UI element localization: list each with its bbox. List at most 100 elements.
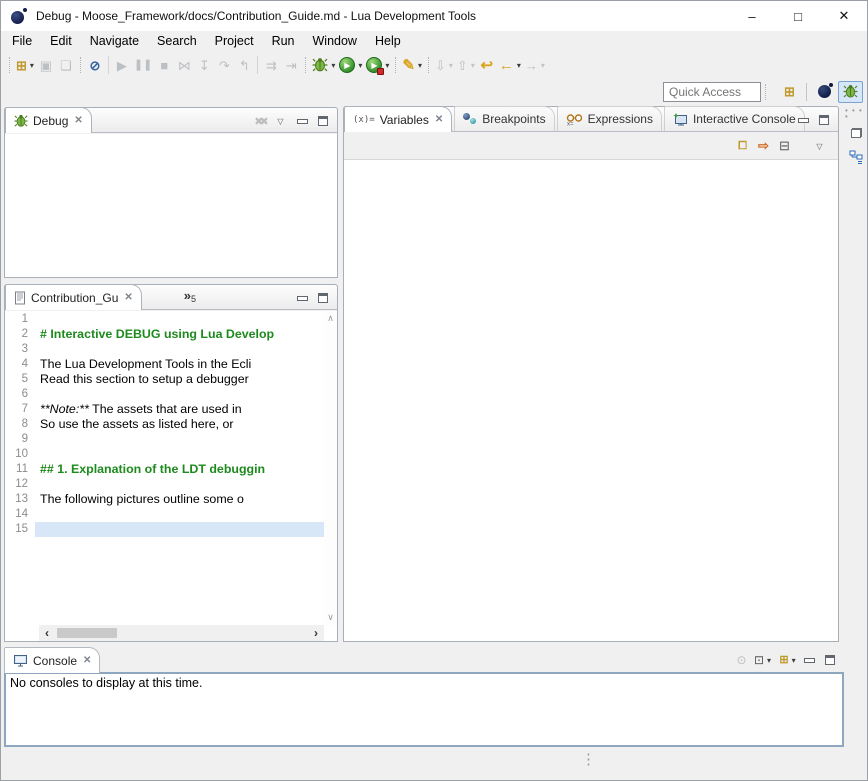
dropdown-icon[interactable]: ▾ [792,656,796,665]
resume-button[interactable]: ▶ [112,54,132,76]
status-bar: ⋮ [1,746,867,780]
view-menu-button[interactable]: ▽ [809,136,830,156]
close-icon[interactable]: ✕ [435,114,443,125]
toolbar-grip [428,57,429,73]
menu-run[interactable]: Run [263,32,304,50]
close-icon[interactable]: ✕ [83,655,91,666]
close-icon[interactable]: ✕ [124,292,132,303]
tab-console[interactable]: Console ✕ [4,647,100,673]
show-logical-structure-button[interactable]: ⧠ [732,136,753,156]
maximize-view-button[interactable] [819,650,840,670]
dropdown-icon[interactable]: ▾ [358,61,362,70]
outline-view-icon[interactable] [849,150,864,165]
hidden-editors-chooser[interactable]: »5 [184,284,196,309]
skip-all-breakpoints-button[interactable]: ⊘ [85,54,105,76]
new-wizard-button[interactable]: ⊞▾ [14,54,36,76]
dropdown-icon[interactable]: ▾ [471,61,475,70]
dropdown-icon[interactable]: ▾ [30,61,34,70]
scroll-right-icon[interactable]: › [308,626,324,640]
minimize-view-button[interactable] [792,110,813,130]
next-annotation-button[interactable]: ⇩▾ [433,54,455,76]
vertical-scrollbar[interactable]: ∧ ∨ [324,311,337,625]
disconnect-button[interactable]: ⋈ [174,54,194,76]
scrollbar-thumb[interactable] [57,628,117,638]
menu-file[interactable]: File [3,32,41,50]
debug-perspective-button[interactable] [838,81,863,103]
menu-help[interactable]: Help [366,32,410,50]
minimize-window-button[interactable]: – [729,1,775,31]
menu-navigate[interactable]: Navigate [81,32,148,50]
editor-line: 4The Lua Development Tools in the Ecli [5,357,324,372]
lua-perspective-button[interactable] [812,81,837,103]
chevron-right-icon: » [184,288,191,303]
dropdown-icon[interactable]: ▾ [418,61,422,70]
menu-window[interactable]: Window [304,32,366,50]
minimize-view-button[interactable] [291,111,312,131]
step-return-icon: ↰ [239,59,250,72]
terminate-button[interactable]: ■ [154,54,174,76]
step-over-button[interactable]: ↷ [214,54,234,76]
save-button[interactable]: ▣ [36,54,56,76]
suspend-button[interactable]: ❚❚ [132,54,154,76]
collapse-all-button[interactable]: ⊟ [774,136,795,156]
drop-to-frame-button[interactable]: ⇥ [281,54,301,76]
forward-button[interactable]: →▾ [523,54,547,76]
pin-console-button[interactable]: ⊙ [731,650,752,670]
dropdown-icon[interactable]: ▾ [449,61,453,70]
dropdown-icon[interactable]: ▾ [541,61,545,70]
tab-contribution-guide[interactable]: Contribution_Gu ✕ [5,284,142,310]
minimize-view-button[interactable] [798,650,819,670]
maximize-window-button[interactable]: □ [775,1,821,31]
dropdown-icon[interactable]: ▾ [767,656,771,665]
view-menu-button[interactable]: ▽ [270,111,291,131]
breakpoints-icon [463,113,477,125]
dropdown-icon[interactable]: ▾ [331,61,335,70]
step-return-button[interactable]: ↰ [234,54,254,76]
display-selected-console-button[interactable]: ⊡▾ [752,650,773,670]
open-perspective-button[interactable]: ⊞ [777,81,802,103]
menu-search[interactable]: Search [148,32,206,50]
drag-handle-icon[interactable]: • • • • [845,108,867,120]
dropdown-icon[interactable]: ▾ [517,61,521,70]
horizontal-scrollbar[interactable]: ‹ › [39,625,324,641]
scroll-left-icon[interactable]: ‹ [39,626,55,640]
display-console-icon: ⊡ [754,653,764,667]
last-edit-location-button[interactable]: ↩ [477,54,497,76]
run-button[interactable]: ▶▾ [337,54,364,76]
drag-handle-icon[interactable]: ⋮ [581,750,596,768]
remove-all-terminated-button[interactable]: ✖✖ [249,111,270,131]
tab-interactive-console[interactable]: Interactive Console [664,106,805,131]
close-window-button[interactable]: ✕ [821,1,867,31]
tab-expressions[interactable]: x= Expressions [557,106,662,131]
back-button[interactable]: ←▾ [497,54,523,76]
save-all-button[interactable]: ❏ [56,54,76,76]
minimize-view-button[interactable] [291,288,312,308]
previous-annotation-button[interactable]: ⇧▾ [455,54,477,76]
open-console-button[interactable]: ⊞▾ [777,650,798,670]
menu-edit[interactable]: Edit [41,32,81,50]
restore-view-icon[interactable] [851,128,862,138]
maximize-view-button[interactable] [813,110,834,130]
tab-debug[interactable]: Debug ✕ [5,107,92,133]
maximize-view-button[interactable] [312,288,333,308]
search-button[interactable]: ✎▾ [400,54,424,76]
close-icon[interactable]: ✕ [74,115,82,126]
external-tools-button[interactable]: ▶▾ [364,54,391,76]
scroll-up-icon[interactable]: ∧ [327,311,334,326]
editor-content[interactable]: 1 2# Interactive DEBUG using Lua Develop… [5,311,337,641]
scroll-down-icon[interactable]: ∨ [327,610,334,625]
menu-project[interactable]: Project [206,32,263,50]
quick-access-input[interactable] [663,82,761,102]
use-step-filters-button[interactable]: ⇉ [261,54,281,76]
editor-text-area[interactable]: 1 2# Interactive DEBUG using Lua Develop… [5,312,324,625]
step-into-icon: ↧ [199,59,210,72]
dropdown-icon[interactable]: ▾ [385,61,389,70]
debug-button[interactable]: ▾ [310,54,337,76]
tab-variables[interactable]: (x)= Variables ✕ [344,106,452,132]
tab-breakpoints[interactable]: Breakpoints [454,106,554,131]
toolbox-badge [377,68,384,75]
link-with-selection-button[interactable]: ⇨ [753,136,774,156]
interactive-console-icon [673,112,688,126]
step-into-button[interactable]: ↧ [194,54,214,76]
maximize-view-button[interactable] [312,111,333,131]
